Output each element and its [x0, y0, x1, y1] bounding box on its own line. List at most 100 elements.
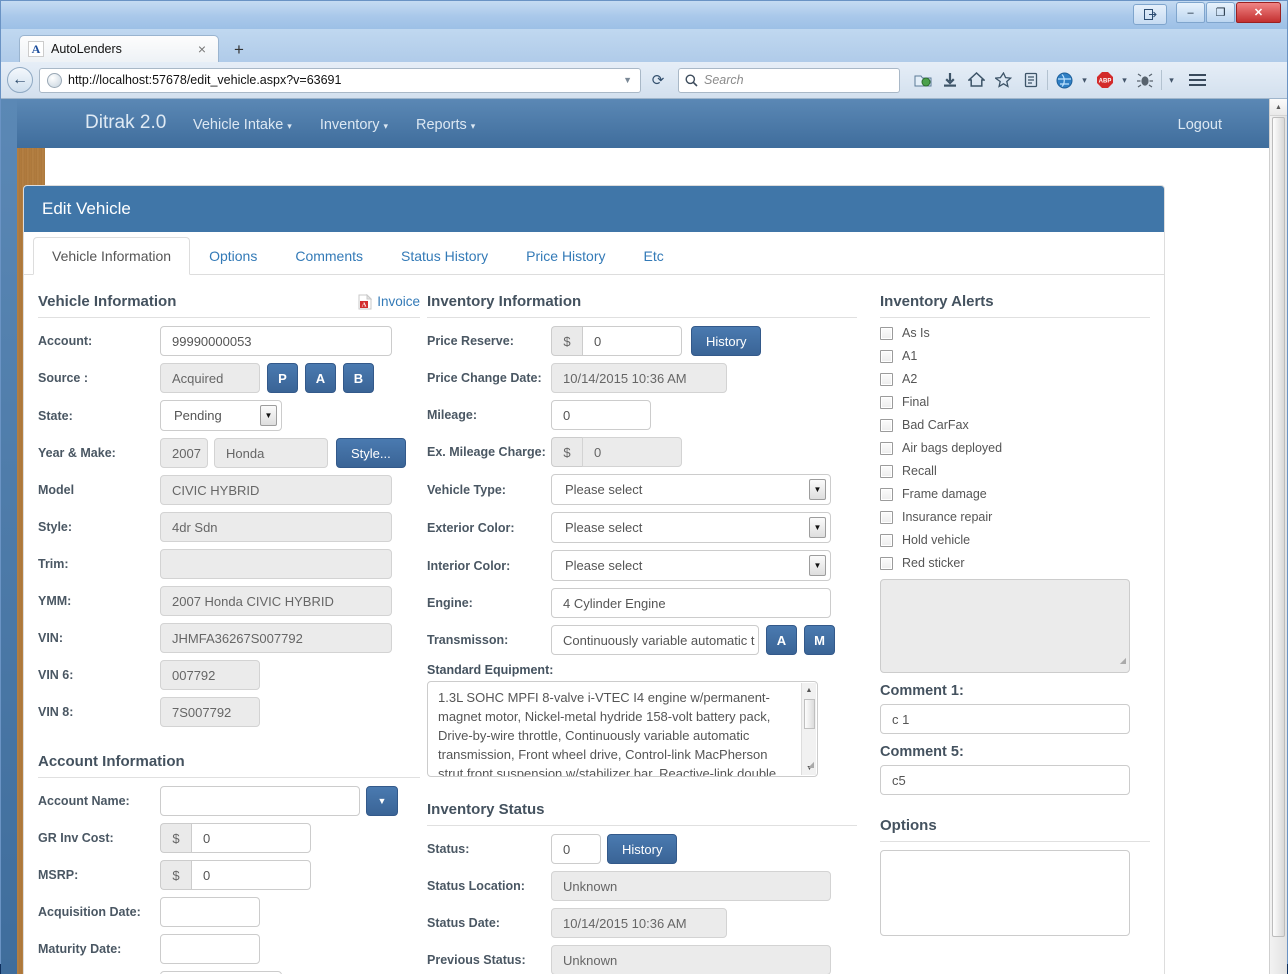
downloads-icon[interactable]: [936, 67, 963, 93]
alert-red-sticker[interactable]: Red sticker: [880, 556, 1150, 570]
resize-grip-icon[interactable]: ◢: [1120, 651, 1126, 670]
checkbox-icon[interactable]: [880, 556, 893, 570]
alerts-notes-textarea[interactable]: ◢: [880, 579, 1130, 673]
extension-globe-icon[interactable]: [1051, 67, 1078, 93]
checkbox-icon[interactable]: [880, 349, 893, 363]
invoice-link[interactable]: A Invoice: [358, 293, 420, 310]
year-input[interactable]: 2007: [160, 438, 208, 468]
close-button[interactable]: ✕: [1236, 2, 1281, 23]
tab-options[interactable]: Options: [190, 237, 276, 275]
tab-price-history[interactable]: Price History: [507, 237, 624, 275]
overflow-caret-icon[interactable]: ▾: [1165, 75, 1178, 86]
account-name-input[interactable]: [160, 786, 360, 816]
open-file-icon[interactable]: [909, 67, 936, 93]
mileage-input[interactable]: 0: [551, 400, 651, 430]
source-button-p[interactable]: P: [267, 363, 298, 393]
style-button[interactable]: Style...: [336, 438, 406, 468]
reload-button[interactable]: ⟳: [645, 68, 671, 93]
minimize-button[interactable]: –: [1176, 2, 1205, 23]
maturity-date-input[interactable]: [160, 934, 260, 964]
checkbox-icon[interactable]: [880, 418, 893, 432]
price-reserve-history-button[interactable]: History: [691, 326, 762, 356]
checkbox-icon[interactable]: [880, 441, 893, 455]
options-textarea[interactable]: [880, 850, 1130, 936]
comment5-input[interactable]: c5: [880, 765, 1130, 795]
address-bar[interactable]: http://localhost:57678/edit_vehicle.aspx…: [39, 67, 641, 93]
checkbox-icon[interactable]: [880, 510, 893, 524]
interior-color-select[interactable]: Please select ▼: [551, 550, 831, 581]
account-input[interactable]: 99990000053: [160, 326, 392, 356]
back-button[interactable]: ←: [7, 67, 33, 93]
state-select[interactable]: Pending ▼: [160, 400, 282, 431]
standard-equipment-textarea[interactable]: 1.3L SOHC MPFI 8-valve i-VTEC I4 engine …: [427, 681, 818, 777]
page-scrollbar-thumb[interactable]: [1272, 117, 1285, 937]
alert-frame-damage-label: Frame damage: [902, 487, 987, 501]
status-input[interactable]: 0: [551, 834, 601, 864]
vehicle-type-select[interactable]: Please select ▼: [551, 474, 831, 505]
adblock-icon[interactable]: ABP: [1091, 67, 1118, 93]
tab-close-icon[interactable]: ×: [194, 41, 210, 57]
exterior-color-select[interactable]: Please select ▼: [551, 512, 831, 543]
transmission-button-a[interactable]: A: [766, 625, 797, 655]
alert-bad-carfax[interactable]: Bad CarFax: [880, 418, 1150, 432]
extension-globe-caret-icon[interactable]: ▾: [1078, 75, 1091, 86]
engine-input[interactable]: 4 Cylinder Engine: [551, 588, 831, 618]
msrp-input[interactable]: 0: [191, 860, 311, 890]
status-history-button[interactable]: History: [607, 834, 678, 864]
resize-grip-icon[interactable]: ◢: [808, 755, 814, 774]
scrollbar-thumb[interactable]: [804, 699, 815, 729]
logout-link[interactable]: Logout: [1178, 117, 1222, 133]
browser-tab[interactable]: A AutoLenders ×: [19, 35, 219, 62]
scroll-up-icon[interactable]: ▲: [1270, 99, 1287, 116]
acquisition-date-input[interactable]: [160, 897, 260, 927]
alert-as-is[interactable]: As Is: [880, 326, 1150, 340]
browser-menu-button[interactable]: [1183, 74, 1211, 86]
tab-etc[interactable]: Etc: [625, 237, 683, 275]
vin6-label: VIN 6:: [38, 668, 74, 682]
source-button-a[interactable]: A: [305, 363, 336, 393]
alert-final[interactable]: Final: [880, 395, 1150, 409]
alert-recall[interactable]: Recall: [880, 464, 1150, 478]
chevron-down-icon[interactable]: ▼: [623, 75, 636, 85]
alert-frame-damage[interactable]: Frame damage: [880, 487, 1150, 501]
checkbox-icon[interactable]: [880, 464, 893, 478]
checkbox-icon[interactable]: [880, 533, 893, 547]
maximize-button[interactable]: ❐: [1206, 2, 1235, 23]
checkbox-icon[interactable]: [880, 372, 893, 386]
page-scrollbar[interactable]: ▲: [1269, 99, 1287, 974]
account-name-dropdown-button[interactable]: ▼: [366, 786, 398, 816]
alert-air-bags-deployed[interactable]: Air bags deployed: [880, 441, 1150, 455]
alert-a2[interactable]: A2: [880, 372, 1150, 386]
alert-hold-vehicle[interactable]: Hold vehicle: [880, 533, 1150, 547]
app-brand[interactable]: Ditrak 2.0: [85, 112, 166, 134]
source-button-b[interactable]: B: [343, 363, 374, 393]
nav-reports[interactable]: Reports ▾: [416, 117, 475, 133]
restore-session-icon[interactable]: [1133, 4, 1167, 25]
library-icon[interactable]: [1017, 67, 1044, 93]
tab-comments[interactable]: Comments: [276, 237, 382, 275]
bookmark-star-icon[interactable]: [990, 67, 1017, 93]
scroll-up-icon[interactable]: ▲: [802, 683, 816, 697]
home-icon[interactable]: [963, 67, 990, 93]
tab-status-history[interactable]: Status History: [382, 237, 507, 275]
comment1-input[interactable]: c 1: [880, 704, 1130, 734]
nav-vehicle-intake[interactable]: Vehicle Intake ▾: [193, 117, 292, 133]
tab-vehicle-information[interactable]: Vehicle Information: [33, 237, 191, 275]
checkbox-icon[interactable]: [880, 326, 893, 340]
alert-a1[interactable]: A1: [880, 349, 1150, 363]
adblock-caret-icon[interactable]: ▾: [1118, 75, 1131, 86]
alert-insurance-repair[interactable]: Insurance repair: [880, 510, 1150, 524]
gr-inv-cost-input[interactable]: 0: [191, 823, 311, 853]
bug-icon[interactable]: [1131, 67, 1158, 93]
checkbox-icon[interactable]: [880, 395, 893, 409]
checkbox-icon[interactable]: [880, 487, 893, 501]
make-input[interactable]: Honda: [214, 438, 328, 468]
nav-inventory[interactable]: Inventory ▾: [320, 117, 388, 133]
transmission-button-m[interactable]: M: [804, 625, 835, 655]
price-reserve-input[interactable]: 0: [582, 326, 682, 356]
transmission-input[interactable]: Continuously variable automatic t: [551, 625, 759, 655]
search-icon: [685, 74, 698, 87]
toolbar-separator-2: [1161, 70, 1162, 90]
new-tab-button[interactable]: +: [234, 40, 244, 60]
search-bar[interactable]: Search: [678, 67, 900, 93]
